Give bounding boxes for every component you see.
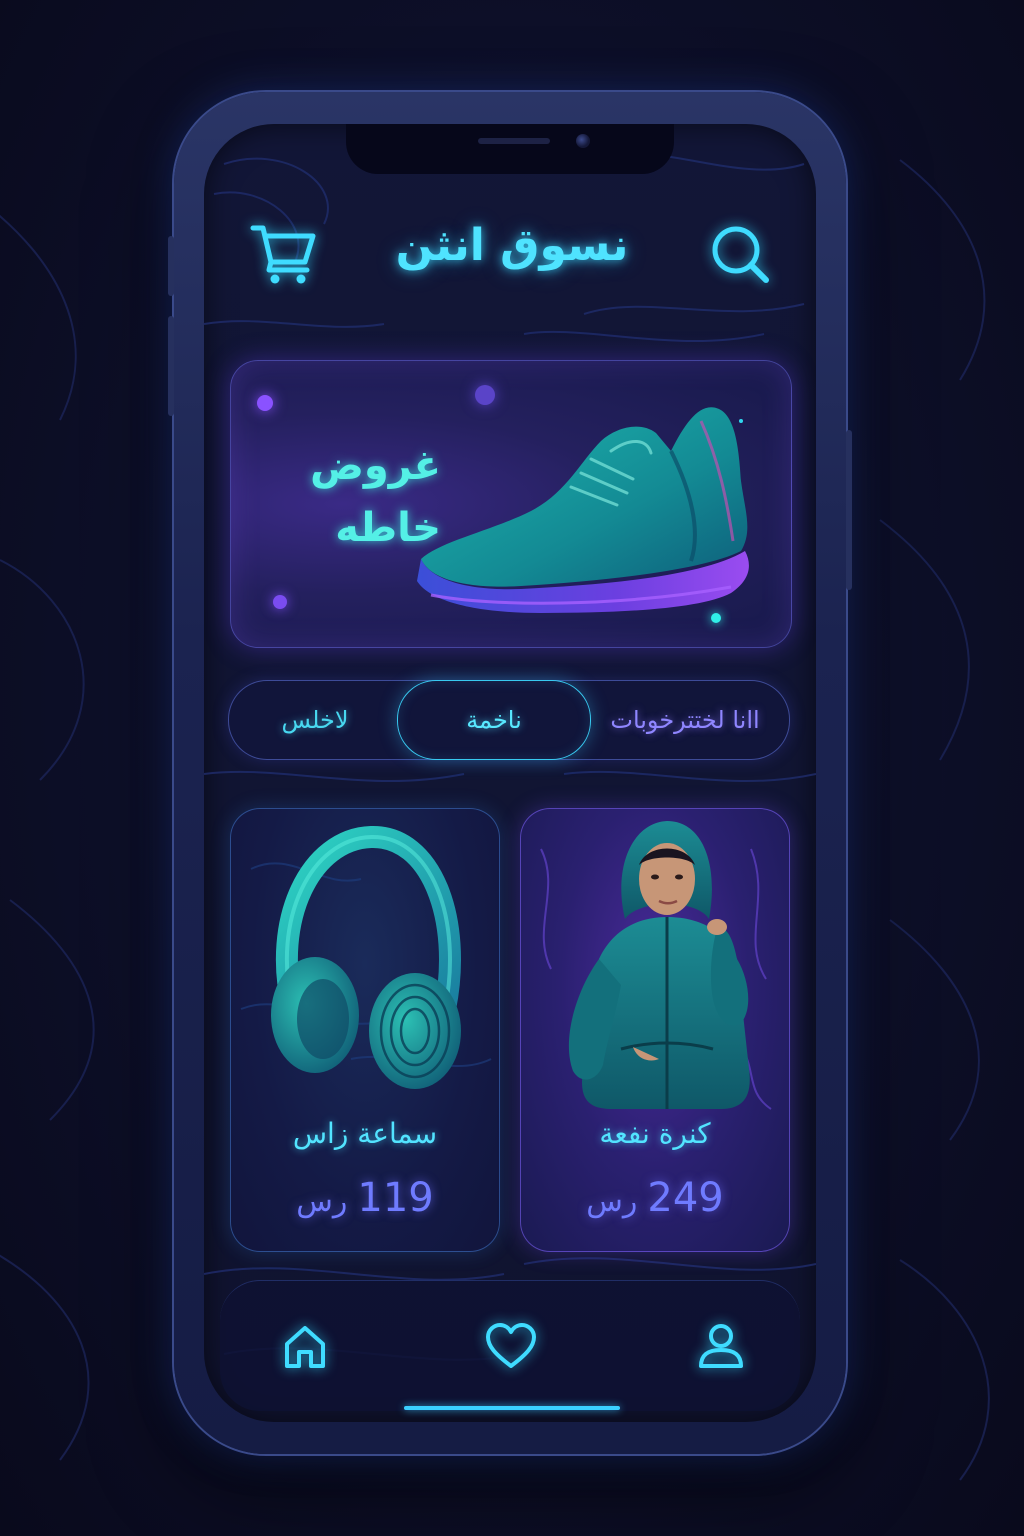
cart-button[interactable] [244, 214, 324, 294]
decor-dot [257, 395, 273, 411]
special-offers-banner[interactable]: غروض خاطه [230, 360, 792, 648]
side-button-left-1 [168, 236, 174, 296]
headphones-image [240, 825, 492, 1089]
category-tab-selected[interactable]: ناخمة [397, 679, 591, 760]
speaker-grille [478, 138, 550, 144]
heart-icon [486, 1323, 536, 1368]
product-card-headphones[interactable]: سماعة زاس رس 119 [230, 808, 500, 1252]
search-icon [712, 226, 769, 283]
decor-dot [273, 595, 287, 609]
category-tab-electronics[interactable]: اانا لختترخوبات [585, 681, 785, 759]
price-value: 119 [357, 1175, 434, 1221]
side-button-left-2 [168, 316, 174, 416]
nav-home-button[interactable] [270, 1311, 340, 1381]
category-tab-clothing[interactable]: لاخلس [235, 681, 395, 759]
home-icon [285, 1326, 325, 1368]
notch [346, 124, 674, 174]
device-stage: نسوق انثن غروض خاطه اانا لختترخوبات لاخل… [0, 0, 1024, 1536]
product-price: رس 119 [231, 1175, 499, 1221]
hoodie-image [540, 821, 772, 1110]
sneaker-image [417, 407, 749, 613]
cart-icon [250, 225, 316, 284]
price-value: 249 [647, 1175, 724, 1221]
phone-screen: نسوق انثن غروض خاطه اانا لختترخوبات لاخل… [204, 124, 816, 1422]
price-currency: رس [586, 1184, 638, 1219]
user-icon [699, 1324, 743, 1368]
home-indicator[interactable] [404, 1406, 620, 1410]
product-card-hoodie[interactable]: كنرة نفعة رس 249 [520, 808, 790, 1252]
side-button-right [846, 430, 852, 590]
product-name: كنرة نفعة [599, 1117, 711, 1150]
price-currency: رس [296, 1184, 348, 1219]
nav-favorites-button[interactable] [476, 1311, 546, 1381]
product-name: سماعة زاس [292, 1117, 438, 1150]
category-tabs: اانا لختترخوبات لاخلس ناخمة [228, 679, 790, 760]
bottom-navigation [220, 1280, 800, 1411]
product-price: رس 249 [521, 1175, 789, 1221]
search-button[interactable] [700, 214, 780, 294]
app-title: نسوق انثن [395, 220, 629, 271]
app-header: نسوق انثن [204, 200, 816, 300]
nav-profile-button[interactable] [686, 1311, 756, 1381]
front-camera [576, 134, 590, 148]
